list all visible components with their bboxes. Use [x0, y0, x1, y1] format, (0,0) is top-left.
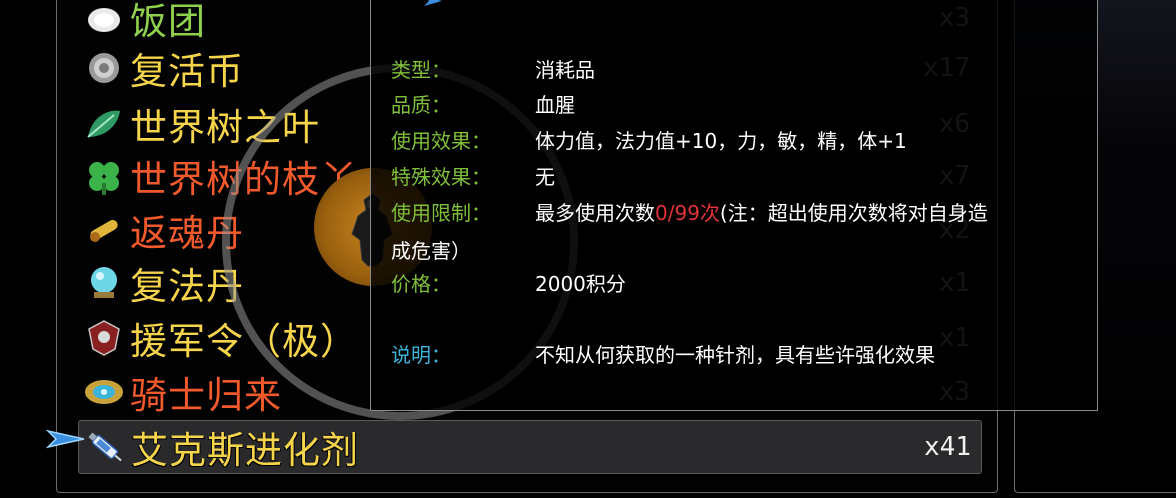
- item-name: 世界树的枝丫: [130, 158, 358, 201]
- item-name: 援军令（极）: [130, 320, 358, 363]
- use-limit-prefix: 最多使用次数: [535, 201, 655, 225]
- special-effect-label: 特殊效果：: [391, 165, 491, 189]
- item-name: 饭团: [130, 0, 206, 43]
- use-limit-suffix: (注：超出使用次数将对自身造: [719, 201, 988, 225]
- soul-return-pill-icon: [82, 208, 126, 252]
- use-limit-value: 最多使用次数0/99次(注：超出使用次数将对自身造: [535, 197, 988, 226]
- type-label: 类型：: [391, 58, 451, 82]
- quality-label: 品质：: [391, 93, 451, 117]
- price-label: 价格：: [391, 272, 451, 296]
- item-name: 骑士归来: [130, 374, 282, 417]
- quality-value: 血腥: [535, 93, 575, 117]
- item-detail-panel: 类型： 消耗品 品质： 血腥 使用效果： 体力值，法力值+10，力，敏，精，体+…: [370, 0, 1098, 411]
- item-name: 复活币: [130, 50, 244, 93]
- scroll-up-arrow-icon[interactable]: [422, 0, 444, 8]
- item-name: 艾克斯进化剂: [131, 429, 359, 472]
- item-name: 世界树之叶: [130, 106, 320, 149]
- special-effect-value: 无: [535, 165, 555, 189]
- world-tree-branch-icon: [82, 154, 126, 198]
- item-name: 返魂丹: [130, 212, 244, 255]
- use-limit-line2: 成危害）: [391, 239, 471, 263]
- mana-pill-icon: [82, 261, 126, 305]
- desc-value: 不知从何获取的一种针剂，具有些许强化效果: [535, 343, 935, 367]
- desc-label: 说明：: [391, 343, 451, 367]
- reinforcement-token-icon: [82, 316, 126, 360]
- selection-cursor-icon: [46, 429, 85, 449]
- use-limit-count: 0/99次: [655, 201, 720, 225]
- item-quantity: x41: [924, 432, 971, 462]
- use-effect-value: 体力值，法力值+10，力，敏，精，体+1: [535, 129, 907, 153]
- use-limit-label: 使用限制：: [391, 201, 491, 225]
- syringe-icon: [83, 425, 127, 469]
- use-effect-label: 使用效果：: [391, 129, 491, 153]
- rice-ball-icon: [82, 0, 126, 40]
- inventory-item[interactable]: 艾克斯进化剂 x41: [78, 420, 982, 474]
- knight-return-icon: [82, 370, 126, 414]
- price-value: 2000积分: [535, 272, 626, 296]
- revive-coin-icon: [82, 46, 126, 90]
- type-value: 消耗品: [535, 58, 595, 82]
- item-name: 复法丹: [130, 265, 244, 308]
- world-tree-leaf-icon: [82, 102, 126, 146]
